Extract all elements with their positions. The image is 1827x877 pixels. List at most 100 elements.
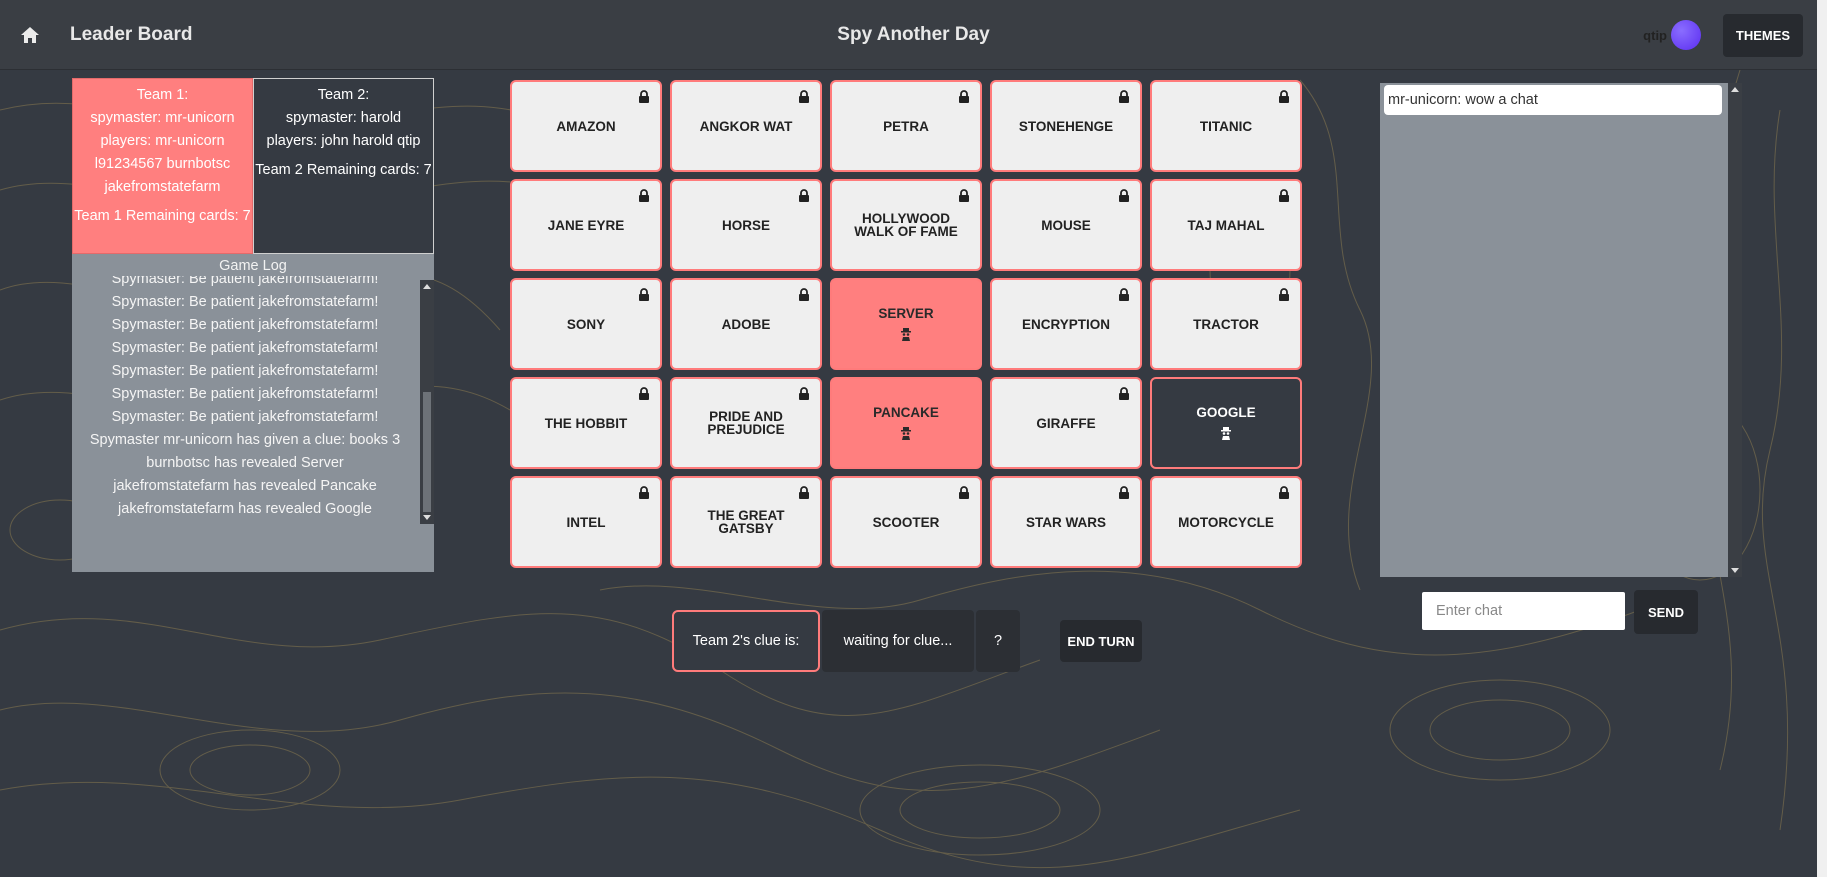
lock-icon xyxy=(1119,189,1129,202)
game-log-panel: Game Log Spymaster: Be patient jakefroms… xyxy=(72,254,434,572)
log-entry: jakefromstatefarm has revealed Pancake xyxy=(113,478,377,494)
team2-players: players: john harold qtip xyxy=(266,133,421,149)
leader-board-link[interactable]: Leader Board xyxy=(70,24,192,46)
lock-icon xyxy=(639,189,649,202)
card-board: AMAZON ANGKOR WAT PETRA STONEHENGE TITANIC JA… xyxy=(510,80,1302,568)
card-word: TRACTOR xyxy=(1193,316,1259,332)
scroll-down-arrow[interactable] xyxy=(1731,568,1739,573)
card-word: STONEHENGE xyxy=(1018,118,1114,134)
card-word: JANE EYRE xyxy=(547,217,625,233)
card-sony[interactable]: SONY xyxy=(510,278,662,370)
spy-icon xyxy=(1221,427,1231,440)
clue-number: ? xyxy=(976,610,1020,672)
card-word: SCOOTER xyxy=(872,514,940,530)
log-entry: jakefromstatefarm has revealed Google xyxy=(118,501,372,517)
team1-spymaster: spymaster: mr-unicorn xyxy=(90,110,235,126)
card-titanic[interactable]: TITANIC xyxy=(1150,80,1302,172)
end-turn-button[interactable]: END TURN xyxy=(1060,620,1142,662)
avatar[interactable] xyxy=(1671,20,1701,50)
lock-icon xyxy=(799,387,809,400)
card-word: MOUSE xyxy=(1041,217,1091,233)
chat-scrollbar[interactable] xyxy=(1728,83,1742,577)
send-button[interactable]: SEND xyxy=(1634,590,1698,634)
card-word: MOTORCYCLE xyxy=(1178,514,1274,530)
clue-label: Team 2's clue is: xyxy=(672,610,820,672)
card-star-wars[interactable]: STAR WARS xyxy=(990,476,1142,568)
card-motorcycle[interactable]: MOTORCYCLE xyxy=(1150,476,1302,568)
lock-icon xyxy=(959,189,969,202)
card-scooter[interactable]: SCOOTER xyxy=(830,476,982,568)
log-entry: Spymaster: Be patient jakefromstatefarm! xyxy=(111,276,379,287)
card-word: HORSE xyxy=(721,217,770,233)
log-entry: Spymaster: Be patient jakefromstatefarm! xyxy=(111,317,379,333)
team1-panel: Team 1: spymaster: mr-unicorn players: m… xyxy=(72,78,253,254)
themes-button[interactable]: THEMES xyxy=(1723,14,1803,57)
lock-icon xyxy=(1119,90,1129,103)
card-giraffe[interactable]: GIRAFFE xyxy=(990,377,1142,469)
card-word: PETRA xyxy=(883,118,929,134)
chat-input[interactable] xyxy=(1422,592,1625,630)
game-log-scrollbar[interactable] xyxy=(420,280,434,524)
card-word: PANCAKE xyxy=(873,405,939,420)
scroll-up-arrow[interactable] xyxy=(423,284,431,289)
card-encryption[interactable]: ENCRYPTION xyxy=(990,278,1142,370)
card-jane-eyre[interactable]: JANE EYRE xyxy=(510,179,662,271)
card-angkor-wat[interactable]: ANGKOR WAT xyxy=(670,80,822,172)
card-word: SONY xyxy=(566,316,606,332)
card-server[interactable]: SERVER xyxy=(830,278,982,370)
team1-remaining: Team 1 Remaining cards: 7 xyxy=(74,208,251,224)
lock-icon xyxy=(1119,486,1129,499)
log-entry: Spymaster: Be patient jakefromstatefarm! xyxy=(111,363,379,379)
card-intel[interactable]: INTEL xyxy=(510,476,662,568)
log-entry: Spymaster: Be patient jakefromstatefarm! xyxy=(111,386,379,402)
lock-icon xyxy=(799,90,809,103)
team2-name: Team 2: xyxy=(317,87,370,103)
lock-icon xyxy=(639,90,649,103)
card-horse[interactable]: HORSE xyxy=(670,179,822,271)
card-taj-mahal[interactable]: TAJ MAHAL xyxy=(1150,179,1302,271)
card-stonehenge[interactable]: STONEHENGE xyxy=(990,80,1142,172)
scroll-up-arrow[interactable] xyxy=(1731,87,1739,92)
card-word: TITANIC xyxy=(1199,118,1253,134)
lock-icon xyxy=(639,486,649,499)
page-title: Spy Another Day xyxy=(837,24,990,45)
card-tractor[interactable]: TRACTOR xyxy=(1150,278,1302,370)
card-word: INTEL xyxy=(566,514,606,530)
team2-remaining: Team 2 Remaining cards: 7 xyxy=(255,162,432,178)
card-pride-and-prejudice[interactable]: PRIDE AND PREJUDICE xyxy=(670,377,822,469)
card-the-hobbit[interactable]: THE HOBBIT xyxy=(510,377,662,469)
card-mouse[interactable]: MOUSE xyxy=(990,179,1142,271)
team2-spymaster: spymaster: harold xyxy=(285,110,402,126)
lock-icon xyxy=(1279,288,1289,301)
lock-icon xyxy=(959,486,969,499)
card-word: ADOBE xyxy=(721,316,771,332)
card-pancake[interactable]: PANCAKE xyxy=(830,377,982,469)
home-icon[interactable] xyxy=(20,26,40,44)
log-entry: Spymaster: Be patient jakefromstatefarm! xyxy=(111,340,379,356)
lock-icon xyxy=(1279,90,1289,103)
card-hollywood-walk-of-fame[interactable]: HOLLYWOOD WALK OF FAME xyxy=(830,179,982,271)
team1-players: players: mr-unicorn l91234567 burnbotsc … xyxy=(94,133,231,195)
lock-icon xyxy=(1119,387,1129,400)
card-petra[interactable]: PETRA xyxy=(830,80,982,172)
clue-bar: Team 2's clue is: waiting for clue... ? xyxy=(672,610,1020,672)
card-amazon[interactable]: AMAZON xyxy=(510,80,662,172)
lock-icon xyxy=(1279,189,1289,202)
card-word: PRIDE AND PREJUDICE xyxy=(707,409,785,437)
card-adobe[interactable]: ADOBE xyxy=(670,278,822,370)
log-entry: burnbotsc has revealed Server xyxy=(146,455,344,471)
card-google[interactable]: GOOGLE xyxy=(1150,377,1302,469)
scroll-thumb[interactable] xyxy=(423,392,431,512)
card-word: THE GREAT GATSBY xyxy=(707,508,785,536)
lock-icon xyxy=(959,90,969,103)
card-word: SERVER xyxy=(878,306,934,321)
team2-panel: Team 2: spymaster: harold players: john … xyxy=(253,78,434,254)
card-word: GOOGLE xyxy=(1196,405,1256,420)
spy-icon xyxy=(901,328,911,341)
card-word: TAJ MAHAL xyxy=(1187,217,1265,233)
card-the-great-gatsby[interactable]: THE GREAT GATSBY xyxy=(670,476,822,568)
page-scrollbar[interactable] xyxy=(1817,0,1827,877)
scroll-down-arrow[interactable] xyxy=(423,515,431,520)
game-log-list[interactable]: Spymaster: Be patient jakefromstatefarm!… xyxy=(72,276,418,522)
lock-icon xyxy=(799,486,809,499)
